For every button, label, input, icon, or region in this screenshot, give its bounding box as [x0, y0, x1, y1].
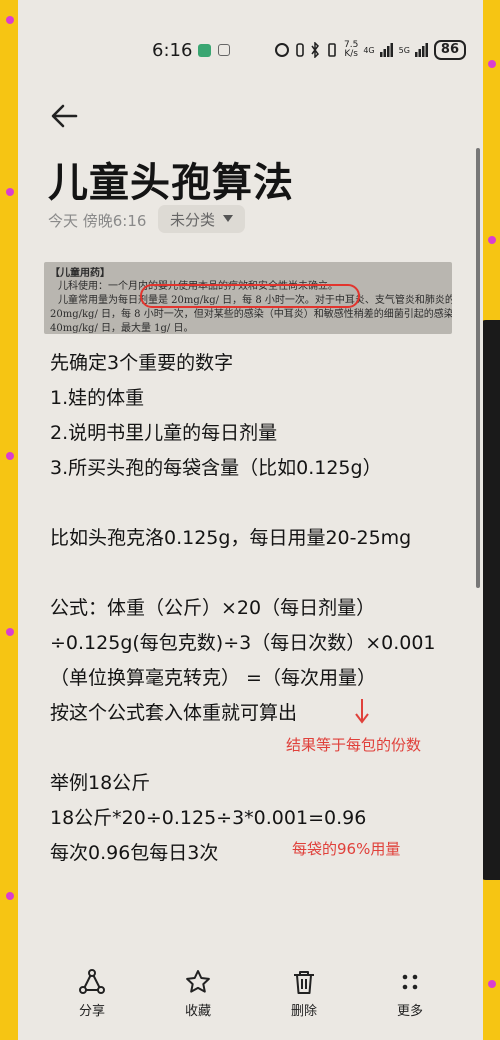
border-dot: [488, 980, 496, 988]
more-label: 更多: [396, 1004, 423, 1019]
net-speed: 7.5 K/s: [344, 40, 359, 59]
share-label: 分享: [78, 1004, 105, 1019]
nfc-icon: [275, 43, 289, 57]
bottom-toolbar: 分享 收藏 删除 更多: [18, 968, 483, 1028]
signal-icon: [379, 43, 393, 57]
share-icon: [79, 969, 105, 994]
delete-label: 删除: [290, 1004, 317, 1019]
bluetooth-icon: [311, 42, 319, 58]
vibrate-icon: [328, 43, 336, 57]
border-dot: [6, 892, 14, 900]
status-time: 6:16: [152, 40, 193, 61]
app-notification-icon: [198, 44, 211, 57]
phone-screen: 6:16 7.5 K/s 4G 5G 86 儿童头孢算法 今天 傍晚6:16 未分…: [18, 0, 483, 1040]
mute-icon: [296, 43, 304, 57]
border-dot: [6, 16, 14, 24]
net-4g: 4G: [363, 45, 375, 55]
note-line: 先确定3个重要的数字: [50, 352, 234, 374]
category-dropdown[interactable]: 未分类: [158, 205, 246, 233]
note-line: ÷0.125g(每包克数)÷3（每日次数）×0.001: [50, 632, 436, 654]
more-button[interactable]: 更多: [380, 968, 440, 1019]
border-dot: [6, 452, 14, 460]
note-line: 按这个公式套入体重就可算出: [50, 702, 298, 724]
note-line: 公式：体重（公斤）×20（每日剂量）: [50, 597, 376, 619]
scrollbar[interactable]: [476, 148, 480, 588]
note-body[interactable]: 先确定3个重要的数字 1.娃的体重 2.说明书里儿童的每日剂量 3.所买头孢的每…: [50, 346, 460, 871]
border-dot: [6, 188, 14, 196]
signal-icon: [414, 43, 428, 57]
net-5g: 5G: [398, 45, 410, 55]
favorite-button[interactable]: 收藏: [168, 968, 228, 1019]
status-bar: 6:16 7.5 K/s 4G 5G 86: [18, 30, 483, 70]
note-line: 18公斤*20÷0.125÷3*0.001=0.96: [50, 807, 367, 829]
image-text-line: 40mg/kg/ 日，最大量 1g/ 日。: [50, 323, 194, 334]
back-arrow-icon[interactable]: [46, 98, 82, 134]
border-dot: [6, 628, 14, 636]
red-down-arrow-icon: [355, 699, 369, 724]
trash-icon: [294, 971, 314, 994]
share-button[interactable]: 分享: [62, 968, 122, 1019]
red-highlight-circle: [140, 284, 360, 308]
note-line: 2.说明书里儿童的每日剂量: [50, 422, 278, 444]
annotation-percentage: 每袋的96%用量: [292, 840, 401, 858]
more-dots-icon: [402, 974, 418, 990]
note-line: 比如头孢克洛0.125g，每日用量20-25mg: [50, 527, 412, 549]
favorite-label: 收藏: [184, 1004, 211, 1019]
category-label: 未分类: [170, 210, 216, 229]
note-title[interactable]: 儿童头孢算法: [48, 150, 294, 208]
medicine-instructions-image[interactable]: 【儿童用药】 儿科使用：一个月内的婴儿使用本品的疗效和安全性尚未确立。 儿童常用…: [44, 262, 452, 334]
annotation-result: 结果等于每包的份数: [286, 736, 422, 754]
delete-button[interactable]: 删除: [274, 968, 334, 1019]
note-line: 举例18公斤: [50, 772, 151, 794]
border-dot: [488, 60, 496, 68]
note-line: 1.娃的体重: [50, 387, 145, 409]
status-icons: 7.5 K/s 4G 5G 86: [274, 38, 467, 62]
border-dot: [488, 236, 496, 244]
chevron-down-icon: [223, 215, 234, 222]
note-line: （单位换算毫克转克） =（每次用量）: [50, 667, 376, 689]
battery-indicator: 86: [433, 40, 467, 60]
note-date: 今天 傍晚6:16: [48, 212, 147, 230]
star-icon: [186, 970, 210, 993]
note-line: 3.所买头孢的每袋含量（比如0.125g）: [50, 457, 382, 479]
message-notification-icon: [218, 44, 230, 56]
